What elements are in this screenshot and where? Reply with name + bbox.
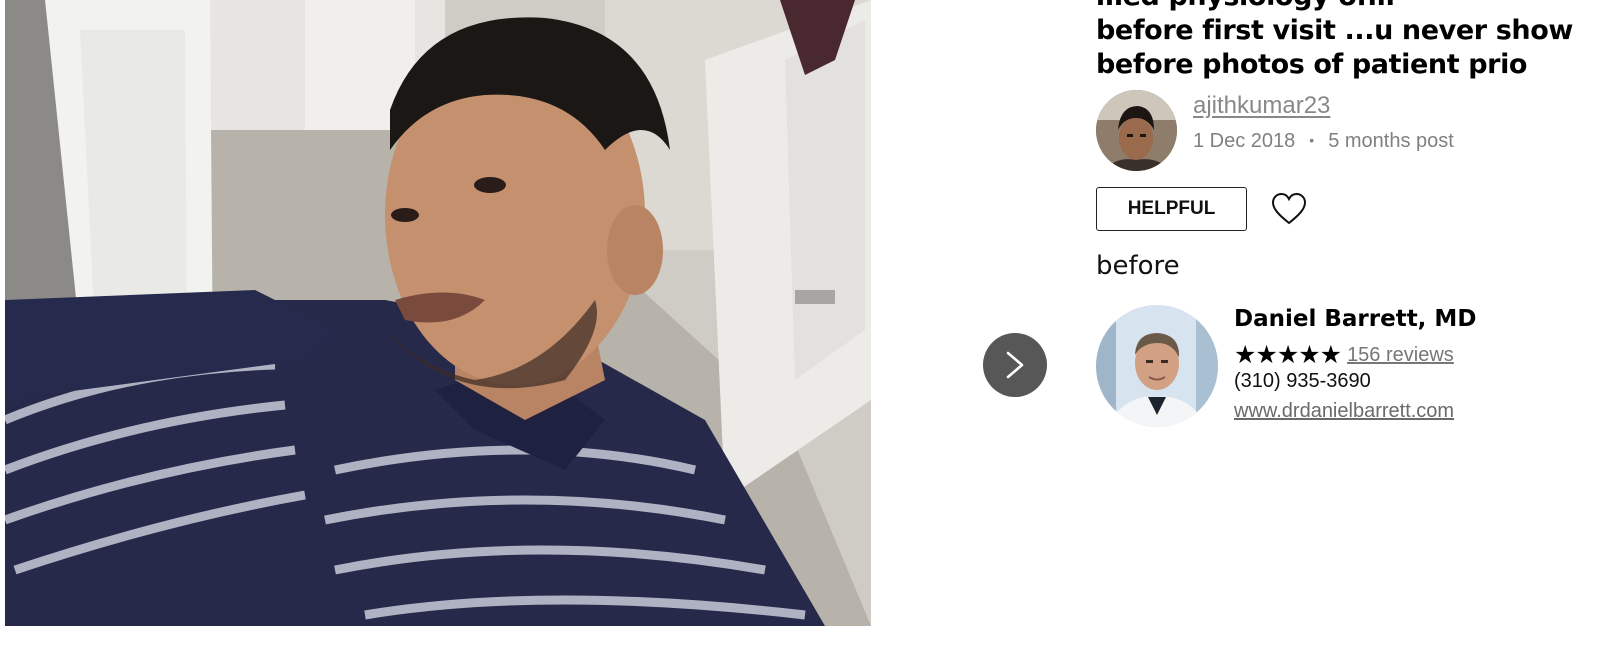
selfie-image: [5, 0, 871, 626]
star-icon: ★★★★★: [1234, 341, 1342, 369]
review-date: 1 Dec 2018: [1193, 130, 1296, 152]
next-photo-button[interactable]: [983, 333, 1047, 397]
reviewer-username-link[interactable]: ajithkumar23: [1193, 92, 1330, 120]
review-body: before: [1096, 251, 1180, 281]
post-type: 5 months post: [1328, 130, 1454, 152]
review-title: …ed physiology of… before first visit ..…: [1096, 0, 1586, 82]
review-photo: [5, 0, 871, 626]
helpful-button[interactable]: HELPFUL: [1096, 187, 1247, 231]
reviewer-avatar[interactable]: [1096, 90, 1177, 171]
doctor-name[interactable]: Daniel Barrett, MD: [1234, 306, 1476, 332]
reviews-count-link[interactable]: 156 reviews: [1347, 344, 1454, 367]
review-title-line: before first visit ...u never show: [1096, 15, 1573, 46]
doctor-avatar[interactable]: [1096, 305, 1218, 427]
review-meta: 1 Dec 2018 • 5 months post: [1193, 130, 1454, 153]
meta-separator: •: [1309, 132, 1315, 148]
heart-outline-icon[interactable]: [1271, 192, 1307, 226]
doctor-website-link[interactable]: www.drdanielbarrett.com: [1234, 400, 1454, 423]
review-title-line: before photos of patient prio: [1096, 49, 1528, 80]
doctor-phone: (310) 935-3690: [1234, 370, 1371, 392]
chevron-right-icon: [1006, 351, 1024, 379]
review-title-line: …ed physiology of…: [1096, 0, 1586, 14]
doctor-rating: ★★★★★ 156 reviews: [1234, 340, 1454, 370]
